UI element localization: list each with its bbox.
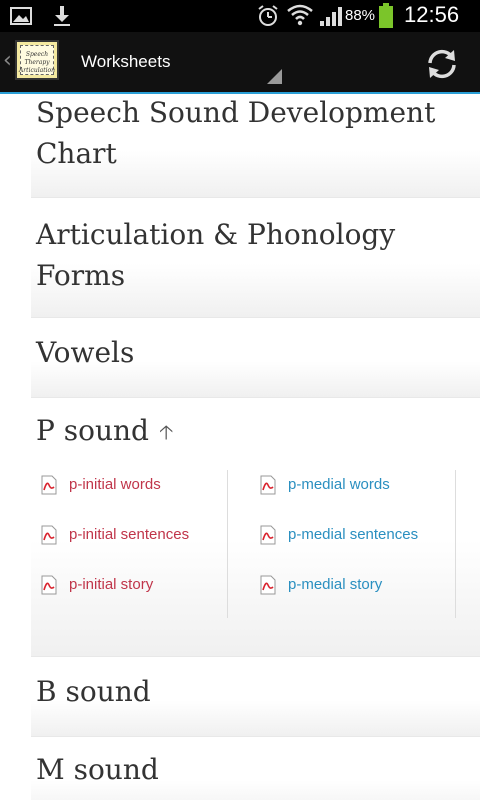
section-speech-sound-development[interactable]: Speech Sound Development Chart: [31, 94, 480, 198]
section-title: Articulation & Phonology Forms: [36, 214, 395, 296]
refresh-icon[interactable]: [424, 46, 460, 82]
section-title-line1: Speech Sound Development: [36, 96, 436, 129]
battery-percent: 88%: [345, 7, 376, 24]
section-title-line2: Chart: [36, 137, 117, 170]
action-bar: ‹ Speech Therapy Articulation Worksheets: [0, 32, 480, 94]
section-title-text: P sound: [36, 414, 149, 447]
column-divider: [227, 470, 228, 618]
pdf-icon: [260, 525, 276, 545]
link-label: p-initial story: [69, 576, 154, 593]
link-label: p-initial words: [69, 476, 161, 493]
section-title-line2: Forms: [36, 259, 126, 292]
up-arrow-icon[interactable]: 🡡: [159, 412, 173, 453]
spinner-indicator-icon[interactable]: [267, 69, 282, 84]
column-divider: [455, 470, 456, 618]
battery-icon: [379, 3, 393, 28]
worksheet-list[interactable]: Speech Sound Development Chart Articulat…: [0, 94, 480, 800]
link-label: p-initial sentences: [69, 526, 190, 543]
pdf-icon: [260, 475, 276, 495]
link-label: p-medial words: [288, 476, 390, 493]
section-m-sound[interactable]: M sound: [31, 737, 480, 800]
link-label: p-medial sentences: [288, 526, 419, 543]
section-articulation-phonology[interactable]: Articulation & Phonology Forms: [31, 198, 480, 318]
section-p-sound[interactable]: P sound 🡡 p-initial words p-initial sente…: [31, 398, 480, 657]
pdf-icon: [41, 475, 57, 495]
app-logo[interactable]: Speech Therapy Articulation: [15, 40, 59, 80]
section-b-sound[interactable]: B sound: [31, 657, 480, 737]
pdf-icon: [41, 525, 57, 545]
wifi-icon: [287, 4, 313, 26]
download-icon: [54, 6, 70, 26]
signal-icon: [320, 7, 342, 26]
status-bar: 88% 12:56: [0, 0, 480, 32]
logo-text: Speech Therapy Articulation: [18, 51, 56, 74]
section-title-line1: Articulation & Phonology: [36, 218, 396, 251]
section-title: B sound: [36, 675, 151, 708]
section-vowels[interactable]: Vowels: [31, 318, 480, 398]
chevron-left-icon[interactable]: ‹: [3, 48, 12, 73]
link-label: p-medial story: [288, 576, 383, 593]
section-title: M sound: [36, 753, 159, 786]
section-title: Speech Sound Development Chart: [36, 94, 435, 174]
image-icon: [10, 7, 32, 25]
alarm-icon: [258, 5, 278, 26]
pdf-icon: [41, 575, 57, 595]
clock: 12:56: [404, 2, 460, 27]
section-title: P sound 🡡: [36, 410, 173, 453]
page-title: Worksheets: [81, 52, 171, 71]
section-title: Vowels: [36, 336, 135, 369]
pdf-icon: [260, 575, 276, 595]
